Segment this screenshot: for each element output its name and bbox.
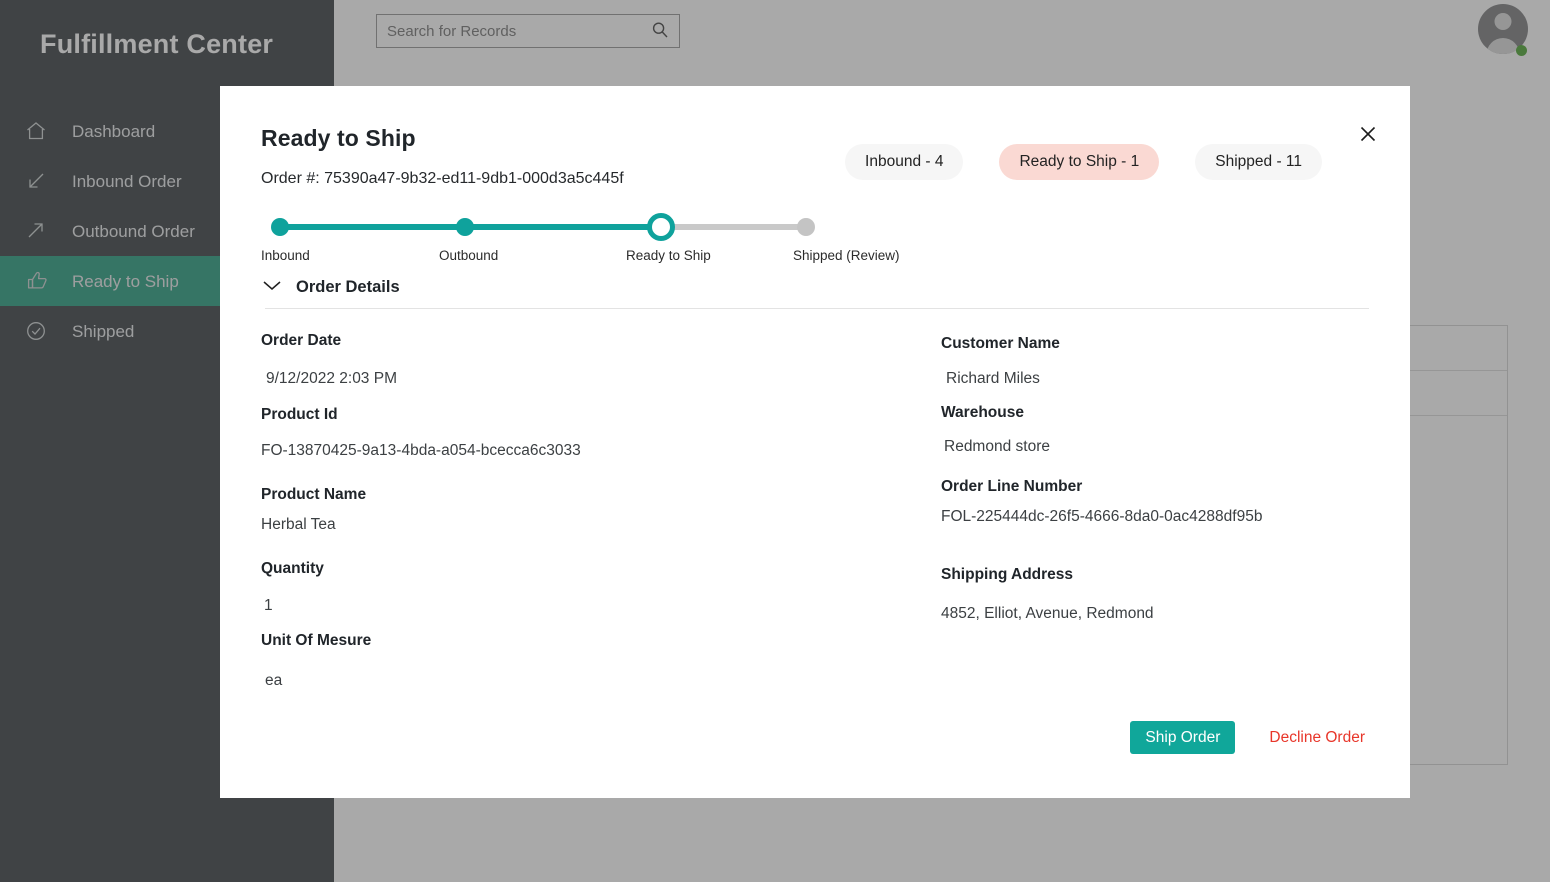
ship-order-button[interactable]: Ship Order: [1130, 721, 1235, 754]
decline-order-button[interactable]: Decline Order: [1269, 729, 1365, 747]
field-unit-of-measure: Unit Of Mesure ea: [261, 632, 941, 690]
field-customer-name: Customer Name Richard Miles: [941, 335, 1361, 388]
field-value: 1: [261, 597, 941, 615]
status-filter-pills: Inbound - 4 Ready to Ship - 1 Shipped - …: [845, 144, 1322, 180]
field-label: Customer Name: [941, 335, 1361, 353]
dialog-actions: Ship Order Decline Order: [1130, 721, 1365, 754]
close-button[interactable]: [1353, 120, 1383, 150]
field-value: FO-13870425-9a13-4bda-a054-bcecca6c3033: [261, 442, 941, 460]
stepper-label-shipped: Shipped (Review): [793, 248, 900, 263]
order-details-caption: Order Details: [296, 278, 400, 297]
field-label: Order Date: [261, 332, 941, 350]
field-value: FOL-225444dc-26f5-4666-8da0-0ac4288df95b: [941, 508, 1361, 526]
field-value: ea: [261, 672, 941, 690]
field-quantity: Quantity 1: [261, 560, 941, 615]
order-detail-dialog: Ready to Ship Order #: 75390a47-9b32-ed1…: [220, 86, 1410, 798]
field-label: Unit Of Mesure: [261, 632, 941, 650]
app-root: Fulfillment Center Dashboard: [0, 0, 1550, 882]
field-warehouse: Warehouse Redmond store: [941, 404, 1361, 456]
field-shipping-address: Shipping Address 4852, Elliot, Avenue, R…: [941, 566, 1361, 623]
order-number: Order #: 75390a47-9b32-ed11-9db1-000d3a5…: [261, 170, 624, 188]
section-divider: [265, 308, 1369, 309]
field-value: 4852, Elliot, Avenue, Redmond: [941, 605, 1361, 623]
stepper-label-ready-to-ship: Ready to Ship: [626, 248, 711, 263]
field-label: Shipping Address: [941, 566, 1361, 584]
stepper-node-outbound[interactable]: [456, 218, 474, 236]
stepper-track: [276, 224, 806, 230]
field-value: 9/12/2022 2:03 PM: [261, 370, 941, 388]
field-product-name: Product Name Herbal Tea: [261, 486, 941, 534]
stepper-node-ready-to-ship[interactable]: [647, 213, 675, 241]
order-details-toggle[interactable]: Order Details: [261, 278, 400, 297]
field-order-line-number: Order Line Number FOL-225444dc-26f5-4666…: [941, 478, 1361, 526]
pill-shipped[interactable]: Shipped - 11: [1195, 144, 1322, 180]
dialog-title: Ready to Ship: [261, 125, 416, 152]
field-label: Quantity: [261, 560, 941, 578]
pill-inbound[interactable]: Inbound - 4: [845, 144, 963, 180]
order-progress-stepper: Inbound Outbound Ready to Ship Shipped (…: [261, 211, 821, 273]
stepper-node-inbound[interactable]: [271, 218, 289, 236]
details-column-right: Customer Name Richard Miles Warehouse Re…: [941, 318, 1361, 690]
stepper-label-inbound: Inbound: [261, 248, 310, 263]
close-icon: [1357, 123, 1379, 148]
field-label: Warehouse: [941, 404, 1361, 422]
field-order-date: Order Date 9/12/2022 2:03 PM: [261, 332, 941, 388]
field-product-id: Product Id FO-13870425-9a13-4bda-a054-bc…: [261, 406, 941, 460]
chevron-down-icon: [261, 278, 283, 297]
stepper-node-shipped[interactable]: [797, 218, 815, 236]
stepper-label-outbound: Outbound: [439, 248, 498, 263]
field-value: Herbal Tea: [261, 516, 941, 534]
field-value: Redmond store: [941, 438, 1361, 456]
pill-ready-to-ship[interactable]: Ready to Ship - 1: [999, 144, 1159, 180]
field-value: Richard Miles: [941, 370, 1361, 388]
field-label: Product Name: [261, 486, 941, 504]
field-label: Product Id: [261, 406, 941, 424]
field-label: Order Line Number: [941, 478, 1361, 496]
order-details-body: Order Date 9/12/2022 2:03 PM Product Id …: [261, 318, 1371, 690]
details-column-left: Order Date 9/12/2022 2:03 PM Product Id …: [261, 318, 941, 690]
